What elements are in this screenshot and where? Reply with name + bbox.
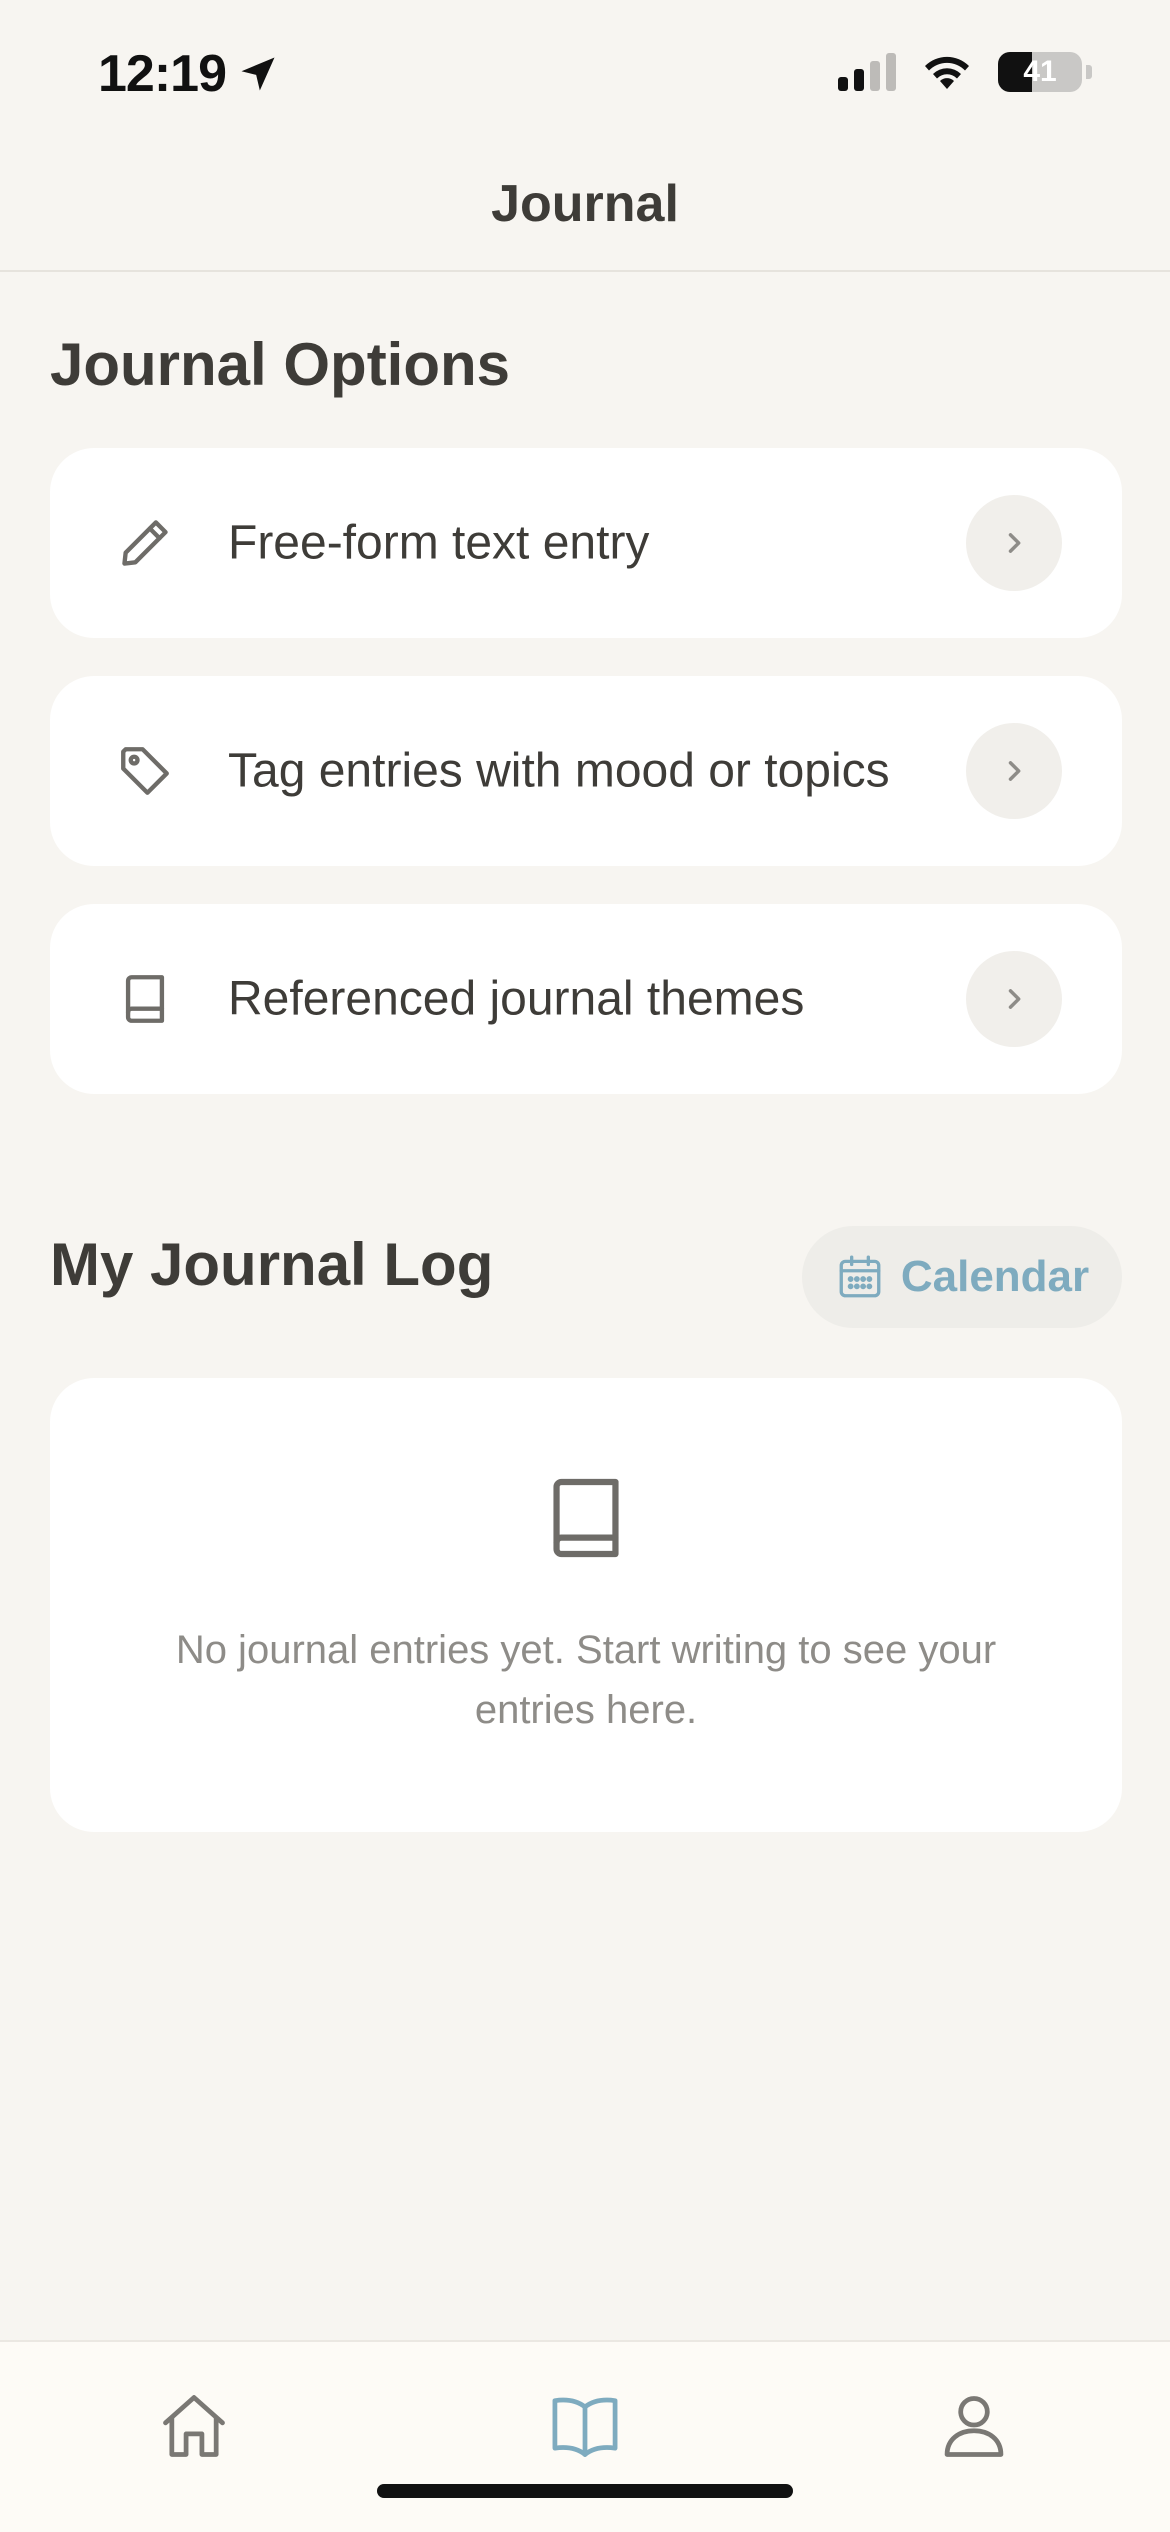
chevron-right-button[interactable]: [966, 951, 1062, 1047]
status-time-label: 12:19: [98, 45, 227, 103]
battery-percentage: 41: [1023, 55, 1057, 88]
navigation-header: Journal: [0, 140, 1170, 272]
home-indicator: [377, 2484, 793, 2498]
chevron-right-icon: [1008, 989, 1021, 1009]
cellular-signal-icon: [838, 53, 896, 91]
empty-state-message: No journal entries yet. Start writing to…: [175, 1628, 997, 1732]
status-bar: 12:19 41: [0, 0, 1170, 140]
chevron-right-button[interactable]: [966, 495, 1062, 591]
journal-log-title: My Journal Log: [50, 1231, 494, 1298]
option-label: Tag entries with mood or topics: [228, 744, 890, 798]
open-book-icon: [552, 2397, 618, 2457]
pencil-icon: [122, 520, 168, 566]
option-label: Free-form text entry: [228, 516, 650, 570]
calendar-icon: [839, 1255, 881, 1298]
option-free-form-entry[interactable]: Free-form text entry: [50, 448, 1122, 638]
location-arrow-icon: [241, 57, 275, 91]
empty-state-card: No journal entries yet. Start writing to…: [50, 1378, 1122, 1832]
wifi-icon: [925, 56, 969, 89]
chevron-right-button[interactable]: [966, 723, 1062, 819]
chevron-right-icon: [1008, 761, 1021, 781]
calendar-button[interactable]: Calendar: [802, 1226, 1122, 1328]
tag-icon: [121, 747, 169, 795]
book-icon: [553, 1478, 619, 1558]
option-label: Referenced journal themes: [228, 972, 805, 1026]
option-tag-entries[interactable]: Tag entries with mood or topics: [50, 676, 1122, 866]
book-icon: [125, 975, 165, 1023]
tab-profile[interactable]: [914, 2366, 1034, 2486]
home-icon: [163, 2395, 225, 2457]
tab-bar: [0, 2340, 1170, 2532]
journal-screen: 12:19 41 Journal Journal Options Free-fo…: [0, 0, 1170, 2532]
battery-icon: 41: [998, 52, 1082, 92]
chevron-right-icon: [1008, 533, 1021, 553]
option-referenced-themes[interactable]: Referenced journal themes: [50, 904, 1122, 1094]
page-title: Journal: [491, 175, 679, 233]
status-indicators: 41: [838, 52, 1092, 92]
tab-journal[interactable]: [525, 2366, 645, 2486]
calendar-label: Calendar: [900, 1252, 1090, 1301]
person-icon: [944, 2396, 1004, 2457]
status-time: 12:19: [98, 44, 280, 104]
journal-options-title: Journal Options: [50, 331, 511, 398]
tab-home[interactable]: [134, 2366, 254, 2486]
